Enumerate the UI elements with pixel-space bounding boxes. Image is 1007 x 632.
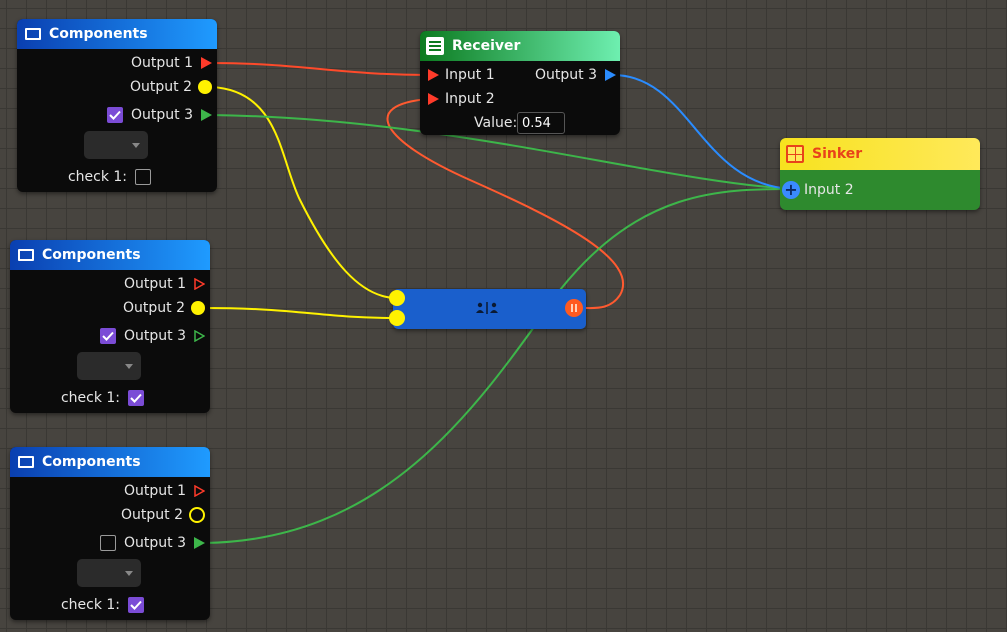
output-1-row: Output 1 — [131, 51, 212, 75]
output-2-label: Output 2 — [123, 300, 185, 316]
pause-port-icon[interactable] — [565, 299, 583, 317]
output-3-checkbox[interactable] — [100, 328, 116, 344]
window-icon — [25, 28, 41, 40]
output-1-row: Output 1 — [124, 272, 205, 296]
output-3-checkbox[interactable] — [100, 535, 116, 551]
dropdown-select[interactable] — [84, 131, 148, 159]
output-3-row: Output 3 — [100, 531, 205, 555]
output-3-label: Output 3 — [124, 535, 186, 551]
plus-port-icon[interactable]: + — [782, 181, 800, 199]
output-3-port-icon[interactable] — [605, 69, 616, 81]
calculator-icon — [786, 145, 804, 163]
components-node-2-header[interactable]: Components — [10, 240, 210, 270]
components-node-3[interactable]: Components Output 1 Output 2 Output 3 ch… — [10, 447, 210, 620]
components-node-1-header[interactable]: Components — [17, 19, 217, 49]
wire-red-1 — [210, 62, 429, 76]
node-title: Components — [42, 247, 141, 263]
wire-green-2 — [204, 188, 793, 544]
dropdown-select[interactable] — [77, 352, 141, 380]
wire-blue-1 — [612, 74, 793, 190]
output-3-port-icon[interactable] — [194, 330, 205, 342]
person-split-icon — [476, 301, 498, 315]
components-node-1[interactable]: Components Output 1 Output 2 Output 3 ch… — [17, 19, 217, 192]
output-3-label: Output 3 — [535, 67, 597, 83]
node-title: Components — [49, 26, 148, 42]
output-2-label: Output 2 — [121, 507, 183, 523]
check-1-checkbox[interactable] — [128, 390, 144, 406]
output-1-label: Output 1 — [124, 276, 186, 292]
chevron-down-icon — [125, 363, 133, 369]
output-1-port-icon[interactable] — [194, 278, 205, 290]
output-1-label: Output 1 — [131, 55, 193, 71]
check-label: check 1: — [60, 597, 120, 613]
splitter-input-top-port-icon[interactable] — [389, 290, 405, 306]
input-1-port-icon[interactable] — [428, 69, 439, 81]
check-row: check 1: — [68, 165, 151, 189]
output-1-port-icon[interactable] — [201, 57, 212, 69]
input-2-label: Input 2 — [804, 182, 854, 198]
check-1-checkbox[interactable] — [135, 169, 151, 185]
sinker-node[interactable]: Sinker + Input 2 — [780, 138, 980, 210]
input-1-row: Input 1 — [428, 63, 495, 87]
node-title: Receiver — [452, 38, 521, 54]
output-3-row: Output 3 — [100, 324, 205, 348]
output-2-port-icon[interactable] — [191, 301, 205, 315]
sinker-node-header[interactable]: Sinker — [780, 138, 980, 170]
output-2-row: Output 2 — [121, 503, 205, 527]
output-2-row: Output 2 — [130, 75, 212, 99]
output-1-row: Output 1 — [124, 479, 205, 503]
check-label: check 1: — [67, 169, 127, 185]
value-label: Value: — [474, 115, 518, 131]
check-row: check 1: — [61, 593, 144, 617]
output-3-row: Output 3 — [535, 63, 616, 87]
components-node-3-header[interactable]: Components — [10, 447, 210, 477]
output-2-label: Output 2 — [130, 79, 192, 95]
check-row: check 1: — [61, 386, 144, 410]
splitter-input-bottom-port-icon[interactable] — [389, 310, 405, 326]
output-1-port-icon[interactable] — [194, 485, 205, 497]
output-3-checkbox[interactable] — [107, 107, 123, 123]
output-2-port-icon[interactable] — [189, 507, 205, 523]
node-title: Components — [42, 454, 141, 470]
receiver-node[interactable]: Receiver Input 1 Input 2 Output 3 Value:… — [420, 31, 620, 135]
dropdown-select[interactable] — [77, 559, 141, 587]
output-3-port-icon[interactable] — [194, 537, 205, 549]
input-2-port-icon[interactable] — [428, 93, 439, 105]
receiver-node-header[interactable]: Receiver — [420, 31, 620, 61]
output-3-label: Output 3 — [124, 328, 186, 344]
output-3-row: Output 3 — [107, 103, 212, 127]
check-1-checkbox[interactable] — [128, 597, 144, 613]
output-2-port-icon[interactable] — [198, 80, 212, 94]
window-icon — [18, 456, 34, 468]
output-3-label: Output 3 — [131, 107, 193, 123]
input-2-row: + Input 2 — [782, 178, 854, 202]
input-1-label: Input 1 — [445, 67, 495, 83]
value-row: Value: — [474, 112, 517, 134]
splitter-node[interactable] — [389, 289, 586, 329]
components-node-2[interactable]: Components Output 1 Output 2 Output 3 ch… — [10, 240, 210, 413]
document-icon — [426, 37, 444, 55]
input-2-row: Input 2 — [428, 87, 495, 111]
output-1-label: Output 1 — [124, 483, 186, 499]
window-icon — [18, 249, 34, 261]
input-2-label: Input 2 — [445, 91, 495, 107]
check-label: check 1: — [60, 390, 120, 406]
wire-yellow-2 — [204, 307, 398, 319]
chevron-down-icon — [132, 142, 140, 148]
value-input[interactable]: 0.54 — [517, 112, 565, 134]
node-title: Sinker — [812, 146, 863, 162]
output-3-port-icon[interactable] — [201, 109, 212, 121]
chevron-down-icon — [125, 570, 133, 576]
output-2-row: Output 2 — [123, 296, 205, 320]
